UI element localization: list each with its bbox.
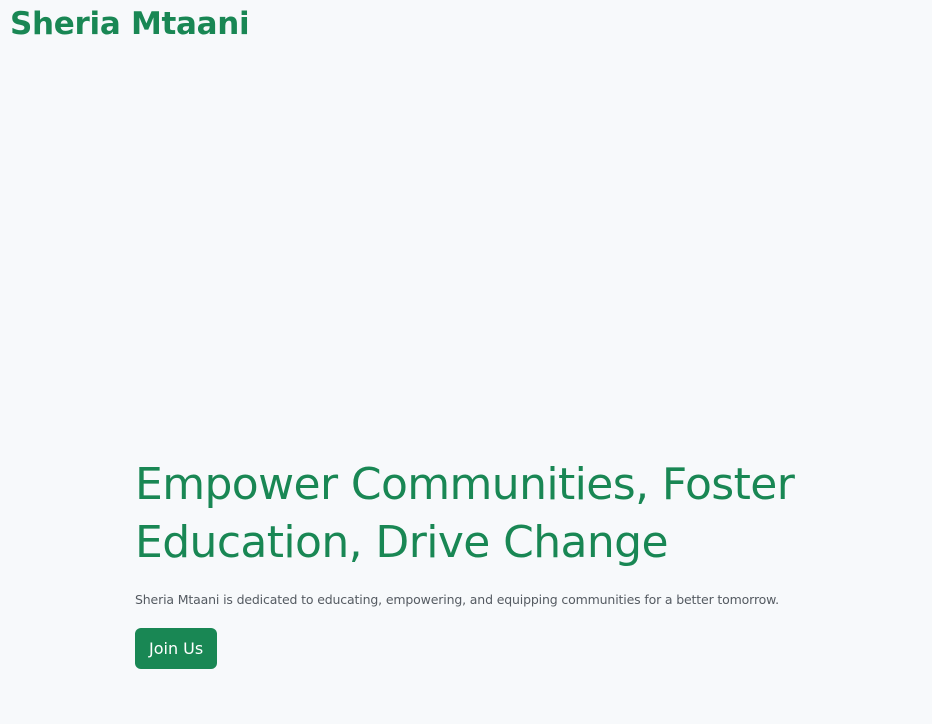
hero-description: Sheria Mtaani is dedicated to educating,… bbox=[135, 592, 779, 607]
hero-title-line-2: Education, Drive Change bbox=[135, 517, 669, 568]
hero-section: Empower Communities, Foster Education, D… bbox=[135, 456, 835, 669]
hero-title: Empower Communities, Foster Education, D… bbox=[135, 456, 835, 572]
brand-logo-link[interactable]: Sheria Mtaani bbox=[10, 4, 250, 44]
hero-title-line-1: Empower Communities, Foster bbox=[135, 459, 795, 510]
join-us-button[interactable]: Join Us bbox=[135, 628, 218, 669]
